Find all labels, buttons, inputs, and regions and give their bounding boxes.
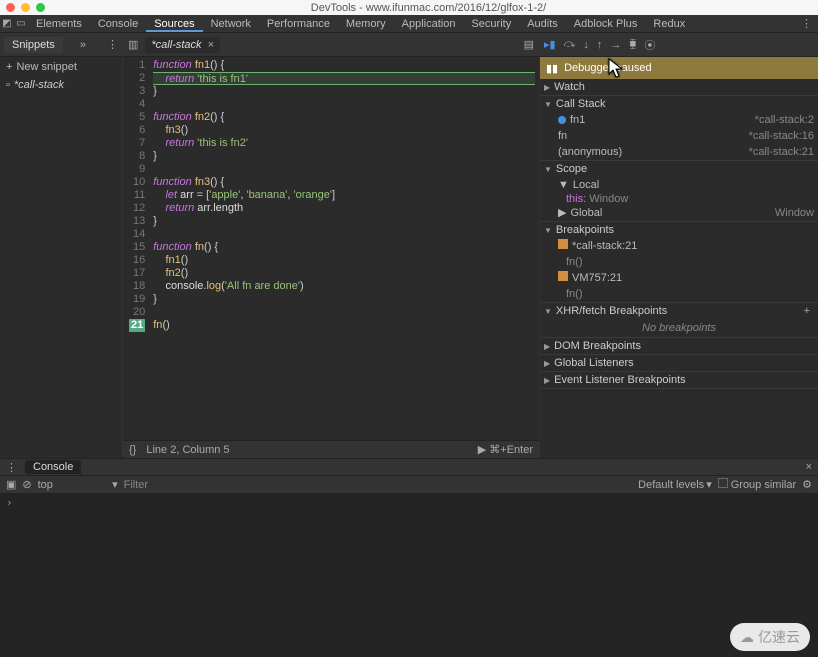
plus-icon: + [6, 61, 12, 73]
toggle-debugger-icon[interactable]: ▤ [519, 38, 539, 51]
breakpoints-section[interactable]: ▼Breakpoints [540, 222, 818, 238]
deactivate-breakpoints-icon[interactable]: ⧯ [629, 38, 636, 51]
tab-redux[interactable]: Redux [645, 18, 693, 30]
pause-icon: ▮▮ [546, 62, 558, 75]
tab-audits[interactable]: Audits [519, 18, 566, 30]
maximize-window-button[interactable] [36, 3, 45, 12]
dom-breakpoints-section[interactable]: ▶DOM Breakpoints [540, 338, 818, 354]
cloud-icon: ☁ [740, 629, 754, 646]
pause-exceptions-icon[interactable]: ⦿ [644, 37, 655, 53]
breakpoint-code: fn() [540, 254, 818, 270]
scope-local[interactable]: ▼Local [540, 177, 818, 193]
group-similar-checkbox[interactable]: Group similar [718, 478, 796, 491]
tab-security[interactable]: Security [463, 18, 519, 30]
tab-memory[interactable]: Memory [338, 18, 394, 30]
code-area[interactable]: function fn1() { return 'this is fn1'}fu… [149, 57, 539, 440]
new-snippet-button[interactable]: + New snippet [0, 57, 122, 77]
step-out-icon[interactable]: ↑ [597, 39, 603, 51]
sidebar-section[interactable]: Snippets [4, 37, 63, 53]
scope-this[interactable]: this: Window [540, 193, 818, 205]
debugger-panel: ▸▮ ⤼ ↓ ↑ → ⧯ ⦿ ▮▮ Debugger paused ▶Watch… [540, 33, 818, 458]
tab-elements[interactable]: Elements [28, 18, 90, 30]
step-over-icon[interactable]: ⤼ [564, 38, 576, 51]
tab-adblock-plus[interactable]: Adblock Plus [566, 18, 646, 30]
minimize-window-button[interactable] [21, 3, 30, 12]
snippet-item[interactable]: ▫ *call-stack [0, 77, 122, 93]
close-tab-icon[interactable]: × [208, 39, 214, 51]
code-editor: ▥ *call-stack × ▤ 1234567891011121314151… [123, 33, 540, 458]
device-toolbar-icon[interactable]: ▭ [14, 18, 28, 29]
tab-sources[interactable]: Sources [146, 18, 202, 32]
xhr-empty: No breakpoints [540, 319, 818, 337]
window-titlebar: DevTools - www.ifunmac.com/2016/12/glfox… [0, 0, 818, 15]
console-filter-input[interactable]: Filter [124, 479, 633, 491]
snippet-icon: ▫ [6, 79, 10, 91]
debugger-status: ▮▮ Debugger paused [540, 57, 818, 79]
scope-section[interactable]: ▼Scope [540, 161, 818, 177]
run-snippet-hint[interactable]: ▶ ⌘+Enter [478, 443, 533, 456]
clear-console-icon[interactable]: ⊘ [22, 478, 31, 491]
xhr-breakpoints-section[interactable]: ▼XHR/fetch Breakpoints+ [540, 303, 818, 319]
tabbar-overflow-icon[interactable]: ⋮ [795, 17, 818, 30]
tab-network[interactable]: Network [203, 18, 259, 30]
toggle-sidebar-icon[interactable]: ▣ [6, 478, 16, 491]
sidebar-more-icon[interactable]: » [80, 39, 86, 51]
scope-global[interactable]: ▶GlobalWindow [540, 205, 818, 221]
show-navigator-icon[interactable]: ▥ [123, 38, 143, 51]
breakpoint-item[interactable]: VM757:21 [540, 270, 818, 286]
tab-console[interactable]: Console [90, 18, 146, 30]
callstack-section[interactable]: ▼Call Stack [540, 96, 818, 112]
console-close-icon[interactable]: × [800, 461, 818, 473]
console-body[interactable]: › [0, 494, 818, 657]
devtools-tabbar: ◩ ▭ ElementsConsoleSourcesNetworkPerform… [0, 15, 818, 33]
close-window-button[interactable] [6, 3, 15, 12]
console-tab[interactable]: Console [25, 460, 81, 474]
breakpoint-item[interactable]: *call-stack:21 [540, 238, 818, 254]
callstack-frame[interactable]: (anonymous)*call-stack:21 [540, 144, 818, 160]
line-gutter[interactable]: 123456789101112131415161718192021 [123, 57, 149, 440]
tab-application[interactable]: Application [394, 18, 464, 30]
watermark: ☁ 亿速云 [730, 623, 810, 651]
resume-icon[interactable]: ▸▮ [544, 38, 556, 51]
step-icon[interactable]: → [610, 39, 621, 51]
pretty-print-icon[interactable]: {} [129, 444, 136, 456]
watch-section[interactable]: ▶Watch [540, 79, 818, 95]
console-prompt[interactable]: › [0, 494, 818, 511]
log-levels-select[interactable]: Default levels▾ [638, 478, 712, 491]
sidebar-overflow-icon[interactable]: ⋮ [107, 38, 118, 51]
add-xhr-breakpoint-icon[interactable]: + [804, 305, 814, 317]
step-into-icon[interactable]: ↓ [583, 39, 589, 51]
console-drawer-head: ⋮ Console × [0, 458, 818, 476]
window-title: DevTools - www.ifunmac.com/2016/12/glfox… [45, 2, 812, 14]
console-context-select[interactable]: top▾ [38, 478, 118, 491]
global-listeners-section[interactable]: ▶Global Listeners [540, 355, 818, 371]
callstack-frame[interactable]: fn*call-stack:16 [540, 128, 818, 144]
callstack-frame[interactable]: fn1*call-stack:2 [540, 112, 818, 128]
inspect-element-icon[interactable]: ◩ [0, 18, 14, 29]
event-listener-section[interactable]: ▶Event Listener Breakpoints [540, 372, 818, 388]
console-settings-icon[interactable]: ⚙ [802, 478, 812, 491]
breakpoint-code: fn() [540, 286, 818, 302]
cursor-position: Line 2, Column 5 [146, 444, 229, 456]
editor-tab[interactable]: *call-stack × [145, 37, 220, 53]
sources-sidebar: Snippets » ⋮ + New snippet ▫ *call-stack [0, 33, 123, 458]
console-menu-icon[interactable]: ⋮ [0, 461, 23, 474]
tab-performance[interactable]: Performance [259, 18, 338, 30]
